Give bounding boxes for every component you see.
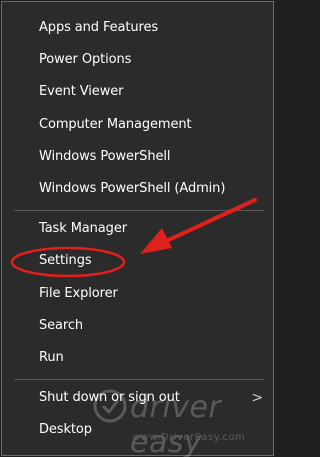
menu-item-file-explorer[interactable]: File Explorer: [2, 279, 273, 309]
menu-item-label: Windows PowerShell (Admin): [39, 181, 226, 196]
menu-item-label: Apps and Features: [39, 20, 159, 35]
menu-item-settings[interactable]: Settings: [2, 246, 273, 276]
menu-item-label: Settings: [39, 253, 92, 268]
menu-item-label: Search: [39, 318, 84, 333]
menu-item-apps-and-features[interactable]: Apps and Features: [2, 13, 273, 43]
menu-item-event-viewer[interactable]: Event Viewer: [2, 77, 273, 107]
menu-item-label: Windows PowerShell: [39, 149, 171, 164]
menu-item-search[interactable]: Search: [2, 311, 273, 341]
menu-item-label: Shut down or sign out: [39, 390, 180, 405]
menu-item-label: Run: [39, 350, 64, 365]
menu-item-label: Power Options: [39, 52, 132, 67]
menu-item-label: Event Viewer: [39, 84, 124, 99]
menu-item-power-options[interactable]: Power Options: [2, 45, 273, 75]
menu-item-label: Task Manager: [39, 221, 127, 236]
menu-item-label: File Explorer: [39, 286, 118, 301]
menu-divider: [14, 379, 264, 380]
chevron-right-icon: >: [251, 390, 263, 406]
menu-item-run[interactable]: Run: [2, 343, 273, 373]
menu-item-windows-powershell-admin[interactable]: Windows PowerShell (Admin): [2, 174, 273, 204]
menu-item-shut-down-or-sign-out[interactable]: Shut down or sign out >: [2, 383, 273, 413]
menu-divider: [14, 210, 264, 211]
menu-item-label: Computer Management: [39, 117, 192, 132]
winx-context-menu: Apps and Features Power Options Event Vi…: [1, 1, 274, 457]
menu-item-task-manager[interactable]: Task Manager: [2, 214, 273, 244]
menu-item-computer-management[interactable]: Computer Management: [2, 110, 273, 140]
menu-item-windows-powershell[interactable]: Windows PowerShell: [2, 142, 273, 172]
menu-item-label: Desktop: [39, 422, 92, 437]
menu-item-desktop[interactable]: Desktop: [2, 415, 273, 445]
